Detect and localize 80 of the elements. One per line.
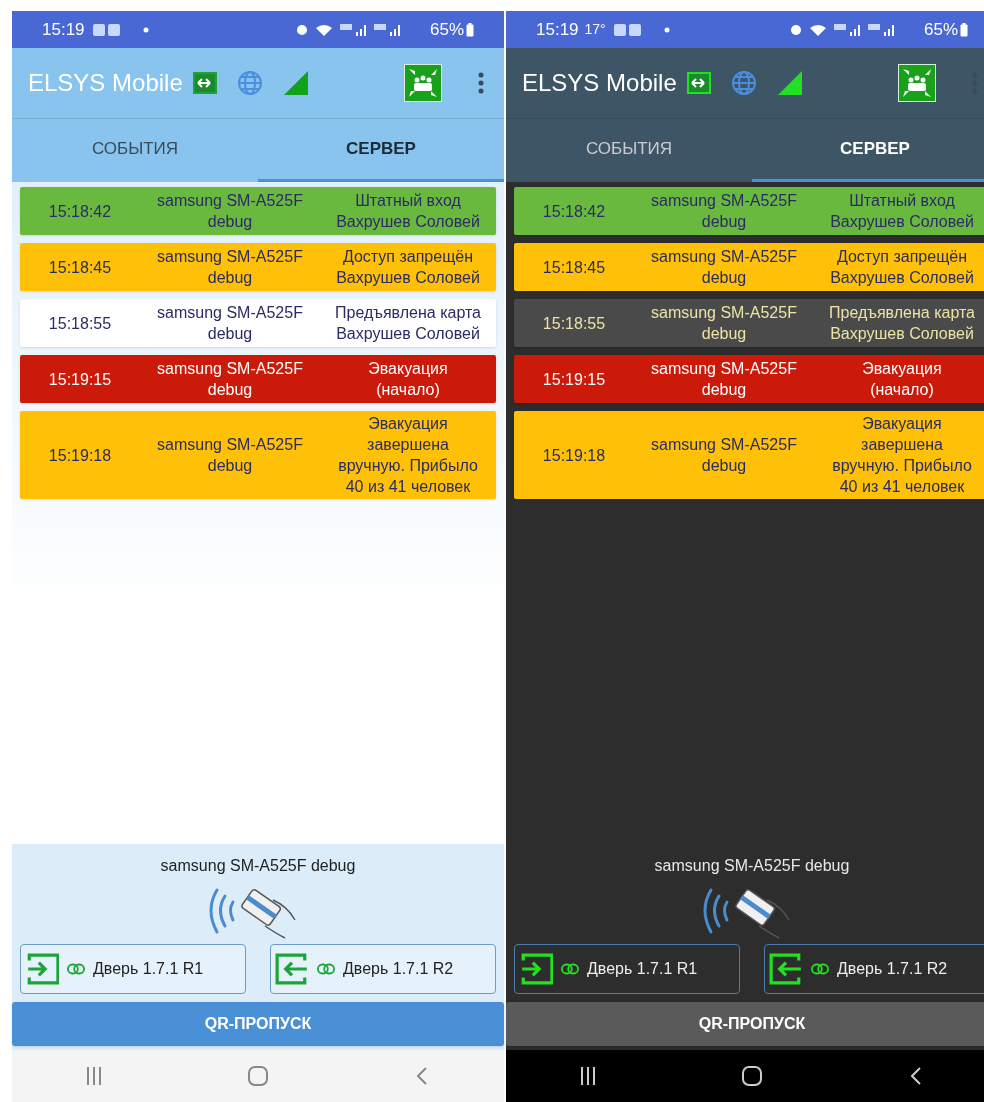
door-button[interactable]: Дверь 1.7.1 R2 <box>764 944 984 994</box>
link-icon <box>561 963 579 975</box>
event-time: 15:18:55 <box>541 313 607 334</box>
event-time: 15:18:42 <box>47 201 113 222</box>
globe-icon[interactable] <box>730 70 757 96</box>
enter-icon <box>519 952 553 986</box>
event-row[interactable]: 15:19:15 samsung SM-A525F debug Эвакуация (начало) <box>20 355 496 403</box>
event-time: 15:18:42 <box>541 201 607 222</box>
menu-icon[interactable] <box>478 72 484 94</box>
event-row[interactable]: 15:19:18 samsung SM-A525F debug Эвакуация завершена вручную. Прибыло 40 из 41 человек <box>514 411 984 499</box>
enter-icon <box>25 952 59 986</box>
status-time: 15:19 <box>42 18 85 41</box>
link-icon <box>317 963 335 975</box>
event-row[interactable]: 15:18:45 samsung SM-A525F debug Доступ запрещён Вахрушев Соловей <box>514 243 984 291</box>
evacuation-icon[interactable] <box>404 64 442 102</box>
event-time: 15:18:45 <box>541 257 607 278</box>
status-time: 15:19 <box>536 18 579 41</box>
globe-icon[interactable] <box>236 70 263 96</box>
event-description: Доступ запрещён Вахрушев Соловей <box>829 247 975 288</box>
battery-level: 65% <box>923 18 958 41</box>
event-device: samsung SM-A525F debug <box>156 303 304 344</box>
qr-pass-button[interactable]: QR-ПРОПУСК <box>506 1002 984 1046</box>
event-description: Эвакуация завершена вручную. Прибыло 40 из 41 человек <box>337 414 479 497</box>
event-row[interactable]: 15:18:42 samsung SM-A525F debug Штатный вход Вахрушев Соловей <box>514 187 984 235</box>
event-device: samsung SM-A525F debug <box>650 191 798 232</box>
event-device: samsung SM-A525F debug <box>650 303 798 344</box>
door-button[interactable]: Дверь 1.7.1 R2 <box>270 944 496 994</box>
event-description: Предъявлена карта Вахрушев Соловей <box>334 303 482 344</box>
battery-icon <box>960 22 968 37</box>
event-device: samsung SM-A525F debug <box>156 191 304 232</box>
event-row[interactable]: 15:19:18 samsung SM-A525F debug Эвакуация завершена вручную. Прибыло 40 из 41 человек <box>20 411 496 499</box>
battery-level: 65% <box>429 18 464 41</box>
exit-icon <box>769 952 803 986</box>
door-button[interactable]: Дверь 1.7.1 R1 <box>514 944 740 994</box>
event-time: 15:19:18 <box>541 445 607 466</box>
reader-device-name: samsung SM-A525F debug <box>160 856 356 876</box>
event-description: Штатный вход Вахрушев Соловей <box>335 191 481 232</box>
link-icon <box>811 963 829 975</box>
event-description: Доступ запрещён Вахрушев Соловей <box>335 247 481 288</box>
dot-icon <box>142 26 149 33</box>
recent-apps-icon[interactable] <box>580 1067 596 1085</box>
app-title: ELSYS Mobile <box>28 68 183 98</box>
dot-icon <box>663 26 670 33</box>
event-row[interactable]: 15:18:55 samsung SM-A525F debug Предъявлена карта Вахрушев Соловей <box>20 299 496 347</box>
event-row[interactable]: 15:18:42 samsung SM-A525F debug Штатный вход Вахрушев Соловей <box>20 187 496 235</box>
signal-icon[interactable] <box>282 70 309 96</box>
event-time: 15:19:15 <box>47 369 113 390</box>
tab[interactable]: СОБЫТИЯ <box>506 119 752 182</box>
reader-device-name: samsung SM-A525F debug <box>654 856 850 876</box>
event-description: Эвакуация (начало) <box>367 359 449 400</box>
event-time: 15:18:55 <box>47 313 113 334</box>
tab[interactable]: СОБЫТИЯ <box>12 119 258 182</box>
app-title: ELSYS Mobile <box>522 68 677 98</box>
event-device: samsung SM-A525F debug <box>156 247 304 288</box>
exit-icon <box>275 952 309 986</box>
event-time: 15:18:45 <box>47 257 113 278</box>
link-icon <box>67 963 85 975</box>
event-time: 15:19:18 <box>47 445 113 466</box>
event-description: Предъявлена карта Вахрушев Соловей <box>828 303 976 344</box>
back-icon[interactable] <box>911 1067 921 1085</box>
event-time: 15:19:15 <box>541 369 607 390</box>
connection-status-icon[interactable] <box>686 72 711 94</box>
event-device: samsung SM-A525F debug <box>650 359 798 400</box>
event-description: Эвакуация (начало) <box>861 359 943 400</box>
event-description: Штатный вход Вахрушев Соловей <box>829 191 975 232</box>
home-icon[interactable] <box>742 1066 762 1086</box>
event-row[interactable]: 15:18:55 samsung SM-A525F debug Предъявлена карта Вахрушев Соловей <box>514 299 984 347</box>
event-row[interactable]: 15:18:45 samsung SM-A525F debug Доступ запрещён Вахрушев Соловей <box>20 243 496 291</box>
event-row[interactable]: 15:19:15 samsung SM-A525F debug Эвакуация (начало) <box>514 355 984 403</box>
status-temperature: 17° <box>584 20 606 39</box>
evacuation-icon[interactable] <box>898 64 936 102</box>
event-device: samsung SM-A525F debug <box>156 435 304 476</box>
battery-icon <box>466 22 474 37</box>
event-device: samsung SM-A525F debug <box>650 435 798 476</box>
connection-status-icon[interactable] <box>192 72 217 94</box>
event-device: samsung SM-A525F debug <box>156 359 304 400</box>
event-device: samsung SM-A525F debug <box>650 247 798 288</box>
door-button[interactable]: Дверь 1.7.1 R1 <box>20 944 246 994</box>
event-description: Эвакуация завершена вручную. Прибыло 40 из 41 человек <box>831 414 973 497</box>
signal-icon[interactable] <box>776 70 803 96</box>
